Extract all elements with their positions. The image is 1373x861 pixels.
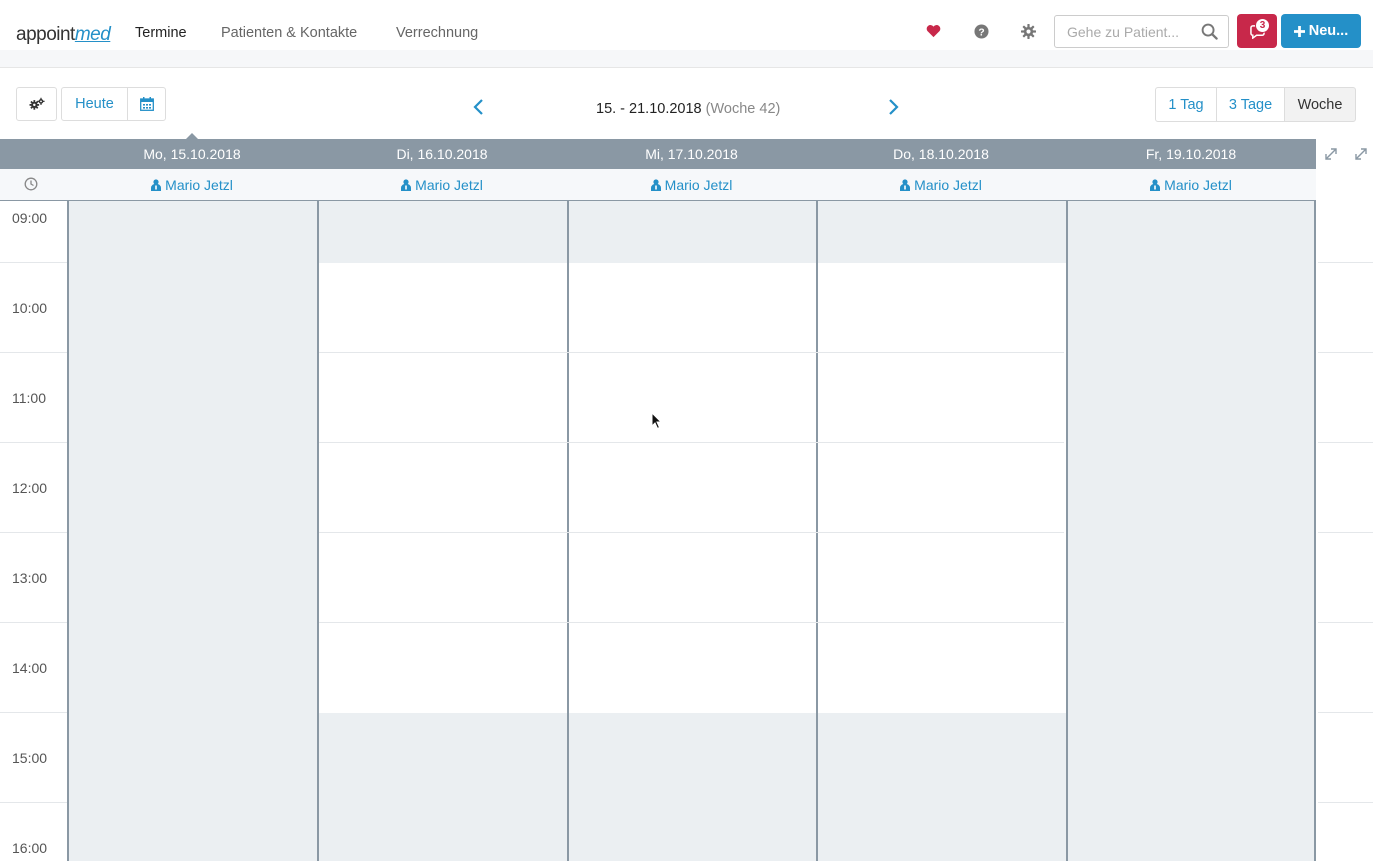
heart-icon[interactable]: [923, 21, 943, 41]
resource-name: Mario Jetzl: [165, 177, 233, 193]
working-hours-slot[interactable]: [569, 263, 816, 713]
nav-tab-termine[interactable]: Termine: [135, 25, 187, 41]
date-range-title: 15. - 21.10.2018 (Woche 42): [596, 101, 781, 117]
resource-mario-jetzl[interactable]: Mario Jetzl: [317, 169, 567, 201]
day-column-do[interactable]: [816, 201, 1066, 861]
day-column-di[interactable]: [317, 201, 567, 861]
day-header-mo[interactable]: Mo, 15.10.2018: [67, 139, 317, 169]
day-header-mi[interactable]: Mi, 17.10.2018: [567, 139, 816, 169]
hour-line: [0, 622, 67, 623]
time-label: 13:00: [12, 570, 48, 586]
working-hours-slot[interactable]: [818, 263, 1066, 713]
search-icon[interactable]: [1201, 23, 1218, 45]
nav-tab-verrechnung[interactable]: Verrechnung: [396, 25, 478, 41]
day-header-fr[interactable]: Fr, 19.10.2018: [1066, 139, 1316, 169]
calendar-icon: [139, 97, 154, 111]
hour-line: [319, 532, 1064, 533]
doctor-icon: [650, 179, 661, 191]
doctor-icon: [151, 179, 162, 191]
calendar-settings-button[interactable]: [16, 87, 57, 121]
gears-icon: [29, 97, 45, 110]
working-hours-slot[interactable]: [319, 263, 567, 713]
hour-line: [0, 262, 67, 263]
hour-line: [0, 532, 67, 533]
hour-line: [1318, 802, 1373, 803]
day-header-di[interactable]: Di, 16.10.2018: [317, 139, 567, 169]
top-navbar: appointmed Termine Patienten & Kontakte …: [0, 0, 1373, 50]
hour-line: [1318, 352, 1373, 353]
resource-name: Mario Jetzl: [914, 177, 982, 193]
hour-line: [0, 352, 67, 353]
view-3-tage-button[interactable]: 3 Tage: [1216, 87, 1285, 122]
svg-text:?: ?: [978, 27, 984, 38]
time-label: 15:00: [12, 750, 48, 766]
day-header-do[interactable]: Do, 18.10.2018: [816, 139, 1066, 169]
hour-line: [1318, 262, 1373, 263]
resource-name: Mario Jetzl: [664, 177, 733, 193]
hour-line: [0, 442, 67, 443]
time-label: 10:00: [12, 300, 48, 316]
app-logo[interactable]: appointmed: [16, 24, 111, 46]
hour-line: [0, 712, 67, 713]
next-week-arrow-icon[interactable]: [886, 97, 902, 117]
hour-line: [319, 352, 1064, 353]
gear-icon[interactable]: [1018, 21, 1038, 41]
new-button-label: Neu...: [1308, 23, 1349, 39]
day-column-fr[interactable]: [1066, 201, 1316, 861]
sub-bar: [0, 50, 1373, 68]
mouse-cursor-icon: [651, 412, 662, 430]
time-label: 09:00: [12, 210, 48, 226]
patient-search-input[interactable]: [1055, 16, 1195, 47]
nav-tab-patienten-kontakte[interactable]: Patienten & Kontakte: [221, 25, 357, 41]
view-1-tag-button[interactable]: 1 Tag: [1155, 87, 1217, 122]
resource-mario-jetzl[interactable]: Mario Jetzl: [567, 169, 816, 201]
hour-line: [1318, 442, 1373, 443]
date-picker-button[interactable]: [127, 87, 166, 121]
time-label: 12:00: [12, 480, 48, 496]
hour-line: [1318, 532, 1373, 533]
time-label: 16:00: [12, 840, 48, 856]
clock-icon: [24, 177, 38, 191]
time-label: 11:00: [12, 390, 46, 406]
notification-count-badge: 3: [1255, 18, 1270, 33]
resource-mario-jetzl[interactable]: Mario Jetzl: [816, 169, 1066, 201]
resource-name: Mario Jetzl: [1164, 177, 1232, 193]
patient-search-box[interactable]: [1054, 15, 1229, 48]
hour-line: [1318, 622, 1373, 623]
resource-mario-jetzl[interactable]: Mario Jetzl: [1066, 169, 1316, 201]
doctor-icon: [401, 179, 412, 191]
hour-line: [1318, 712, 1373, 713]
doctor-icon: [900, 179, 911, 191]
day-column-mi[interactable]: [567, 201, 816, 861]
previous-week-arrow-icon[interactable]: [470, 97, 486, 117]
today-button[interactable]: Heute: [61, 87, 128, 121]
plus-icon: [1293, 25, 1305, 37]
resource-name: Mario Jetzl: [415, 177, 483, 193]
hour-line: [319, 622, 1064, 623]
expand-icon[interactable]: [1324, 147, 1338, 161]
resource-mario-jetzl[interactable]: Mario Jetzl: [67, 169, 317, 201]
time-label: 14:00: [12, 660, 48, 676]
week-calendar: Mo, 15.10.2018 Di, 16.10.2018 Mi, 17.10.…: [0, 133, 1373, 861]
view-woche-button[interactable]: Woche: [1284, 87, 1356, 122]
doctor-icon: [1150, 179, 1161, 191]
new-button[interactable]: Neu...: [1281, 14, 1361, 48]
help-icon[interactable]: ?: [971, 21, 991, 41]
hour-line: [0, 802, 67, 803]
expand-icon[interactable]: [1354, 147, 1368, 161]
day-column-mo[interactable]: [67, 201, 317, 861]
hour-line: [319, 442, 1064, 443]
